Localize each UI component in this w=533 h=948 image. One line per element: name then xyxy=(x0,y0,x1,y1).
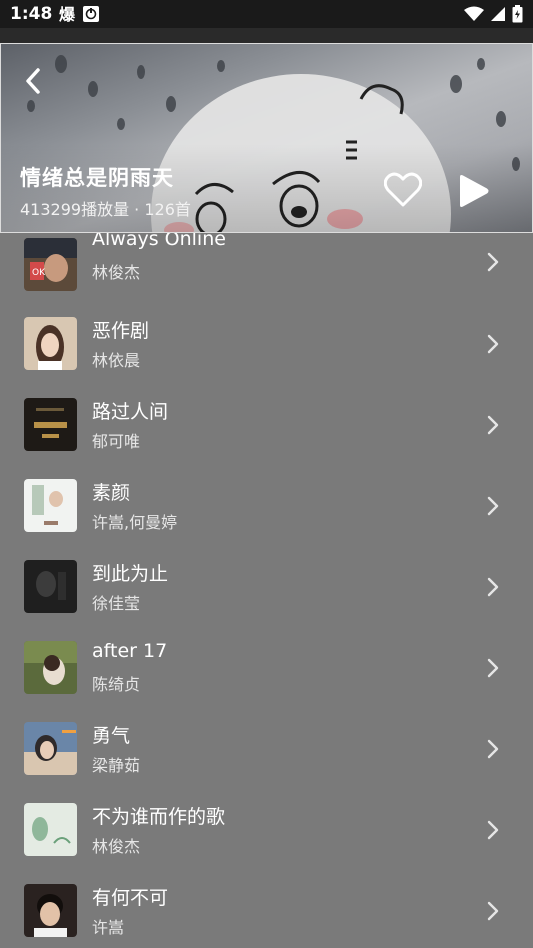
chevron-right-icon xyxy=(487,415,499,435)
song-artist: 徐佳莹 xyxy=(92,594,141,613)
song-artist: 许嵩 xyxy=(92,918,125,937)
song-row[interactable]: 到此为止 徐佳莹 xyxy=(0,551,533,632)
song-artist: 林俊杰 xyxy=(92,837,141,856)
song-row[interactable]: 不为谁而作的歌 林俊杰 xyxy=(0,794,533,875)
song-title: 到此为止 xyxy=(92,563,169,585)
playlist-subtitle: 413299播放量 · 126首 xyxy=(20,200,191,219)
song-cover xyxy=(24,641,77,694)
song-artist: 郁可唯 xyxy=(92,432,141,451)
song-cover xyxy=(24,317,77,370)
song-title: 素颜 xyxy=(92,482,131,504)
playlist-header: 情绪总是阴雨天 413299播放量 · 126首 xyxy=(0,43,533,233)
favorite-heart-icon[interactable] xyxy=(384,172,422,208)
signal-icon xyxy=(491,7,505,21)
song-row[interactable]: 路过人间 郁可唯 xyxy=(0,389,533,470)
song-title: Always Online xyxy=(92,233,226,250)
song-row[interactable]: after 17 陈绮贞 xyxy=(0,632,533,713)
app-notification-icon: 爆 xyxy=(59,5,76,23)
song-cover xyxy=(24,803,77,856)
song-title: 恶作剧 xyxy=(92,320,150,342)
play-all-icon[interactable] xyxy=(456,174,490,208)
wifi-icon xyxy=(464,6,484,21)
playlist-title: 情绪总是阴雨天 xyxy=(20,166,174,190)
song-cover xyxy=(24,398,77,451)
status-spacer xyxy=(0,28,533,43)
chevron-right-icon xyxy=(487,496,499,516)
song-cover: OK xyxy=(24,238,77,291)
chevron-right-icon xyxy=(487,252,499,272)
song-cover xyxy=(24,560,77,613)
song-cover xyxy=(24,722,77,775)
chevron-right-icon xyxy=(487,334,499,354)
song-row[interactable]: OK Always Online 林俊杰 xyxy=(0,233,533,308)
song-row[interactable]: 恶作剧 林依晨 xyxy=(0,308,533,389)
back-button[interactable] xyxy=(19,66,49,96)
status-time: 1:48 xyxy=(10,4,53,24)
status-bar: 1:48 爆 xyxy=(0,0,533,28)
screenshot-icon xyxy=(83,6,100,22)
chevron-right-icon xyxy=(487,658,499,678)
song-title: 有何不可 xyxy=(92,887,169,909)
battery-icon xyxy=(512,5,523,23)
song-title: 勇气 xyxy=(92,725,131,747)
song-row[interactable]: 勇气 梁静茹 xyxy=(0,713,533,794)
chevron-right-icon xyxy=(487,577,499,597)
song-row[interactable]: 有何不可 许嵩 xyxy=(0,875,533,948)
song-row[interactable]: 素颜 许嵩,何曼婷 xyxy=(0,470,533,551)
song-artist: 许嵩,何曼婷 xyxy=(92,513,178,532)
svg-text:OK: OK xyxy=(32,268,46,278)
svg-text:爆: 爆 xyxy=(59,5,76,23)
song-artist: 陈绮贞 xyxy=(92,675,141,694)
song-artist: 林俊杰 xyxy=(92,263,141,282)
song-cover xyxy=(24,884,77,937)
chevron-right-icon xyxy=(487,901,499,921)
song-artist: 梁静茹 xyxy=(92,756,141,775)
song-title: after 17 xyxy=(92,640,168,662)
song-list: OK Always Online 林俊杰 恶作剧 林依晨 路过人间 郁可唯 素颜… xyxy=(0,233,533,948)
chevron-right-icon xyxy=(487,820,499,840)
chevron-right-icon xyxy=(487,739,499,759)
song-artist: 林依晨 xyxy=(92,351,141,370)
song-cover xyxy=(24,479,77,532)
song-title: 不为谁而作的歌 xyxy=(92,806,226,828)
song-title: 路过人间 xyxy=(92,401,169,423)
